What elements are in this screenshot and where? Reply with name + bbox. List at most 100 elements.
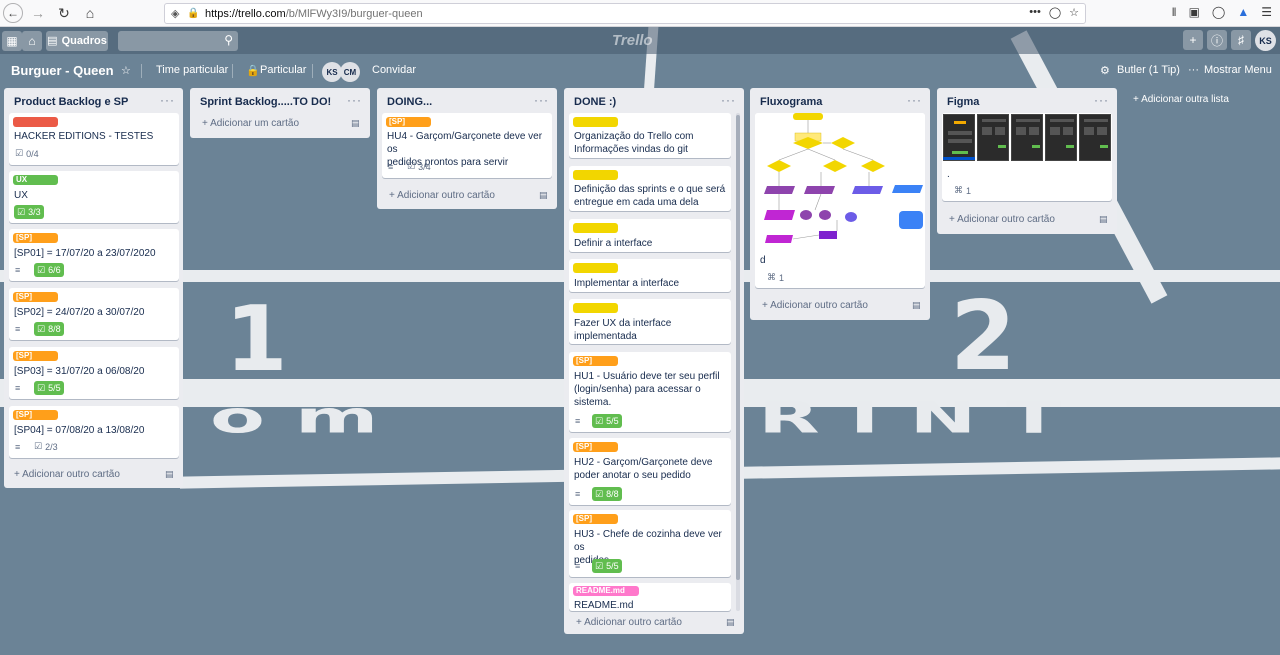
board-title[interactable]: Burguer - Queen (11, 63, 114, 78)
card-template-icon[interactable]: ▤ (726, 617, 735, 628)
notifications-bell-icon[interactable]: ♯ (1231, 30, 1251, 50)
bookmark-star-icon[interactable]: ☆ (1069, 6, 1079, 19)
card-label: README.md (573, 586, 639, 596)
list-menu-icon[interactable]: ··· (721, 93, 736, 107)
list-menu-icon[interactable]: ··· (1094, 93, 1109, 107)
apps-grid-icon[interactable]: ▦ (2, 30, 22, 51)
create-plus-icon[interactable]: + (1183, 30, 1203, 50)
visibility-button[interactable]: Particular (260, 64, 306, 76)
page-actions-icon[interactable]: ••• (1029, 6, 1041, 19)
card-template-icon[interactable]: ▤ (1099, 214, 1108, 225)
card[interactable]: d ⌘ 1 (755, 113, 925, 288)
list-title[interactable]: DOING... (387, 96, 432, 108)
card[interactable]: [SP] [SP01] = 17/07/20 a 23/07/2020 ☑ 6/6… (9, 229, 179, 281)
card-title: UX (14, 190, 28, 201)
butler-button[interactable]: Butler (1 Tip) (1117, 64, 1180, 76)
search-input[interactable]: ⚲ (118, 31, 238, 51)
trello-logo[interactable]: Trello (612, 32, 653, 49)
card[interactable]: Implementar a interface (569, 259, 731, 292)
team-button[interactable]: Time particular (156, 64, 228, 76)
reload-icon[interactable]: ↻ (53, 2, 75, 24)
list-menu-icon[interactable]: ··· (160, 93, 175, 107)
invite-button[interactable]: Convidar (372, 64, 416, 76)
add-card-button[interactable]: + Adicionar outro cartão (949, 214, 1055, 225)
card-title: Definir a interface (574, 238, 653, 249)
more-icon[interactable]: ··· (1188, 64, 1199, 76)
info-icon[interactable]: ⓘ (1207, 30, 1227, 50)
list-fluxograma: Fluxograma ··· d ⌘ 1 + Adicionar outro c… (750, 88, 930, 320)
checklist-badge: ☑ 5/5 (592, 559, 622, 573)
figma-screen-thumbnail (977, 114, 1009, 161)
card[interactable]: [SP] [SP03] = 31/07/20 a 06/08/20 ☑ 5/5 ≡ (9, 347, 179, 399)
checklist-badge: ☑ 3/4 (407, 161, 431, 172)
show-menu-button[interactable]: Mostrar Menu (1204, 64, 1272, 76)
add-list-button[interactable]: + Adicionar outra lista (1133, 94, 1229, 105)
member-avatar[interactable]: KS (322, 62, 342, 82)
library-icon[interactable]: ‖ (1172, 5, 1177, 19)
pocket-icon[interactable]: ◯ (1049, 6, 1061, 19)
list-menu-icon[interactable]: ··· (347, 93, 362, 107)
boards-button[interactable]: ▤ Quadros (46, 30, 108, 51)
card[interactable]: Definição das sprints e o que será entreg… (569, 166, 731, 211)
card[interactable]: Definir a interface (569, 219, 731, 252)
add-card-button[interactable]: + Adicionar outro cartão (762, 300, 868, 311)
card-template-icon[interactable]: ▤ (165, 469, 174, 480)
card-template-icon[interactable]: ▤ (539, 190, 548, 201)
card[interactable]: HACKER EDITIONS - TESTES ☑ 0/4 (9, 113, 179, 165)
back-icon[interactable]: ← (3, 3, 23, 23)
checklist-icon: ☑ (37, 323, 46, 334)
card[interactable]: [SP] [SP04] = 07/08/20 a 13/08/20 ☑ 2/3 ≡ (9, 406, 179, 458)
checklist-badge: ☑ 2/3 (34, 441, 58, 452)
card[interactable]: [SP] HU2 - Garçom/Garçonete deve poder an… (569, 438, 731, 505)
list-title[interactable]: Figma (947, 96, 979, 108)
card[interactable]: [SP] HU1 - Usuário deve ter seu perfil (l… (569, 352, 731, 432)
card-template-icon[interactable]: ▤ (912, 300, 921, 311)
checklist-icon: ☑ (595, 415, 604, 426)
browser-toolbar: ← → ↻ ⌂ ◈ 🔒 https://trello.com/b/MlFWy3I… (0, 0, 1280, 27)
extension-icon[interactable]: ▲ (1237, 5, 1249, 19)
list-title[interactable]: Fluxograma (760, 96, 822, 108)
card-template-icon[interactable]: ▤ (351, 118, 360, 129)
card-label (13, 117, 58, 127)
card-title: [SP02] = 24/07/20 a 30/07/20 (14, 307, 145, 318)
card[interactable]: . ⌘ 1 (942, 113, 1112, 201)
card-title: Organização do Trello com Informações vin… (574, 131, 694, 155)
list-title[interactable]: Product Backlog e SP (14, 96, 128, 108)
card[interactable]: Organização do Trello com Informações vin… (569, 113, 731, 158)
card[interactable]: [SP] HU3 - Chefe de cozinha deve ver osp… (569, 510, 731, 577)
card-label (573, 170, 618, 180)
list-done: DONE :) ··· Organização do Trello com Inf… (564, 88, 744, 634)
add-card-button[interactable]: + Adicionar outro cartão (576, 617, 682, 628)
card[interactable]: [SP] [SP02] = 24/07/20 a 30/07/20 ☑ 8/8 ≡ (9, 288, 179, 340)
list-menu-icon[interactable]: ··· (907, 93, 922, 107)
checklist-icon: ☑ (595, 488, 604, 499)
card[interactable]: UX UX ☑ 3/3 (9, 171, 179, 223)
add-card-button[interactable]: + Adicionar um cartão (202, 118, 299, 129)
card[interactable]: README.md README.md (569, 583, 731, 611)
list-sprint-backlog: Sprint Backlog.....TO DO! ··· + Adiciona… (190, 88, 370, 138)
attachment-badge: ⌘ 1 (954, 185, 972, 196)
account-icon[interactable]: ◯ (1212, 5, 1225, 19)
checklist-badge: ☑ 8/8 (592, 487, 622, 501)
add-card-button[interactable]: + Adicionar outro cartão (389, 190, 495, 201)
member-avatar[interactable]: CM (340, 62, 360, 82)
checklist-icon: ☑ (15, 148, 24, 158)
add-card-button[interactable]: + Adicionar outro cartão (14, 469, 120, 480)
card-label (573, 263, 618, 273)
forward-icon[interactable]: → (27, 2, 49, 24)
sidebar-icon[interactable]: ▣ (1189, 5, 1200, 19)
list-scrollbar-thumb[interactable] (736, 115, 740, 580)
list-menu-icon[interactable]: ··· (534, 93, 549, 107)
home-icon[interactable]: ⌂ (22, 30, 42, 51)
card[interactable]: Fazer UX da interface implementada (569, 299, 731, 344)
list-title[interactable]: DONE :) (574, 96, 616, 108)
url-bar[interactable]: ◈ 🔒 https://trello.com/b/MlFWy3I9/burgue… (164, 3, 1086, 24)
list-title[interactable]: Sprint Backlog.....TO DO! (200, 96, 331, 108)
url-text: https://trello.com/b/MlFWy3I9/burguer-qu… (205, 7, 423, 20)
home-icon[interactable]: ⌂ (79, 2, 101, 24)
card-title: Fazer UX da interface implementada (574, 318, 672, 342)
card[interactable]: [SP] HU4 - Garçom/Garçonete deve ver os p… (382, 113, 552, 178)
star-icon[interactable]: ☆ (121, 64, 131, 77)
menu-icon[interactable]: ☰ (1261, 5, 1272, 19)
user-avatar[interactable]: KS (1255, 30, 1276, 51)
